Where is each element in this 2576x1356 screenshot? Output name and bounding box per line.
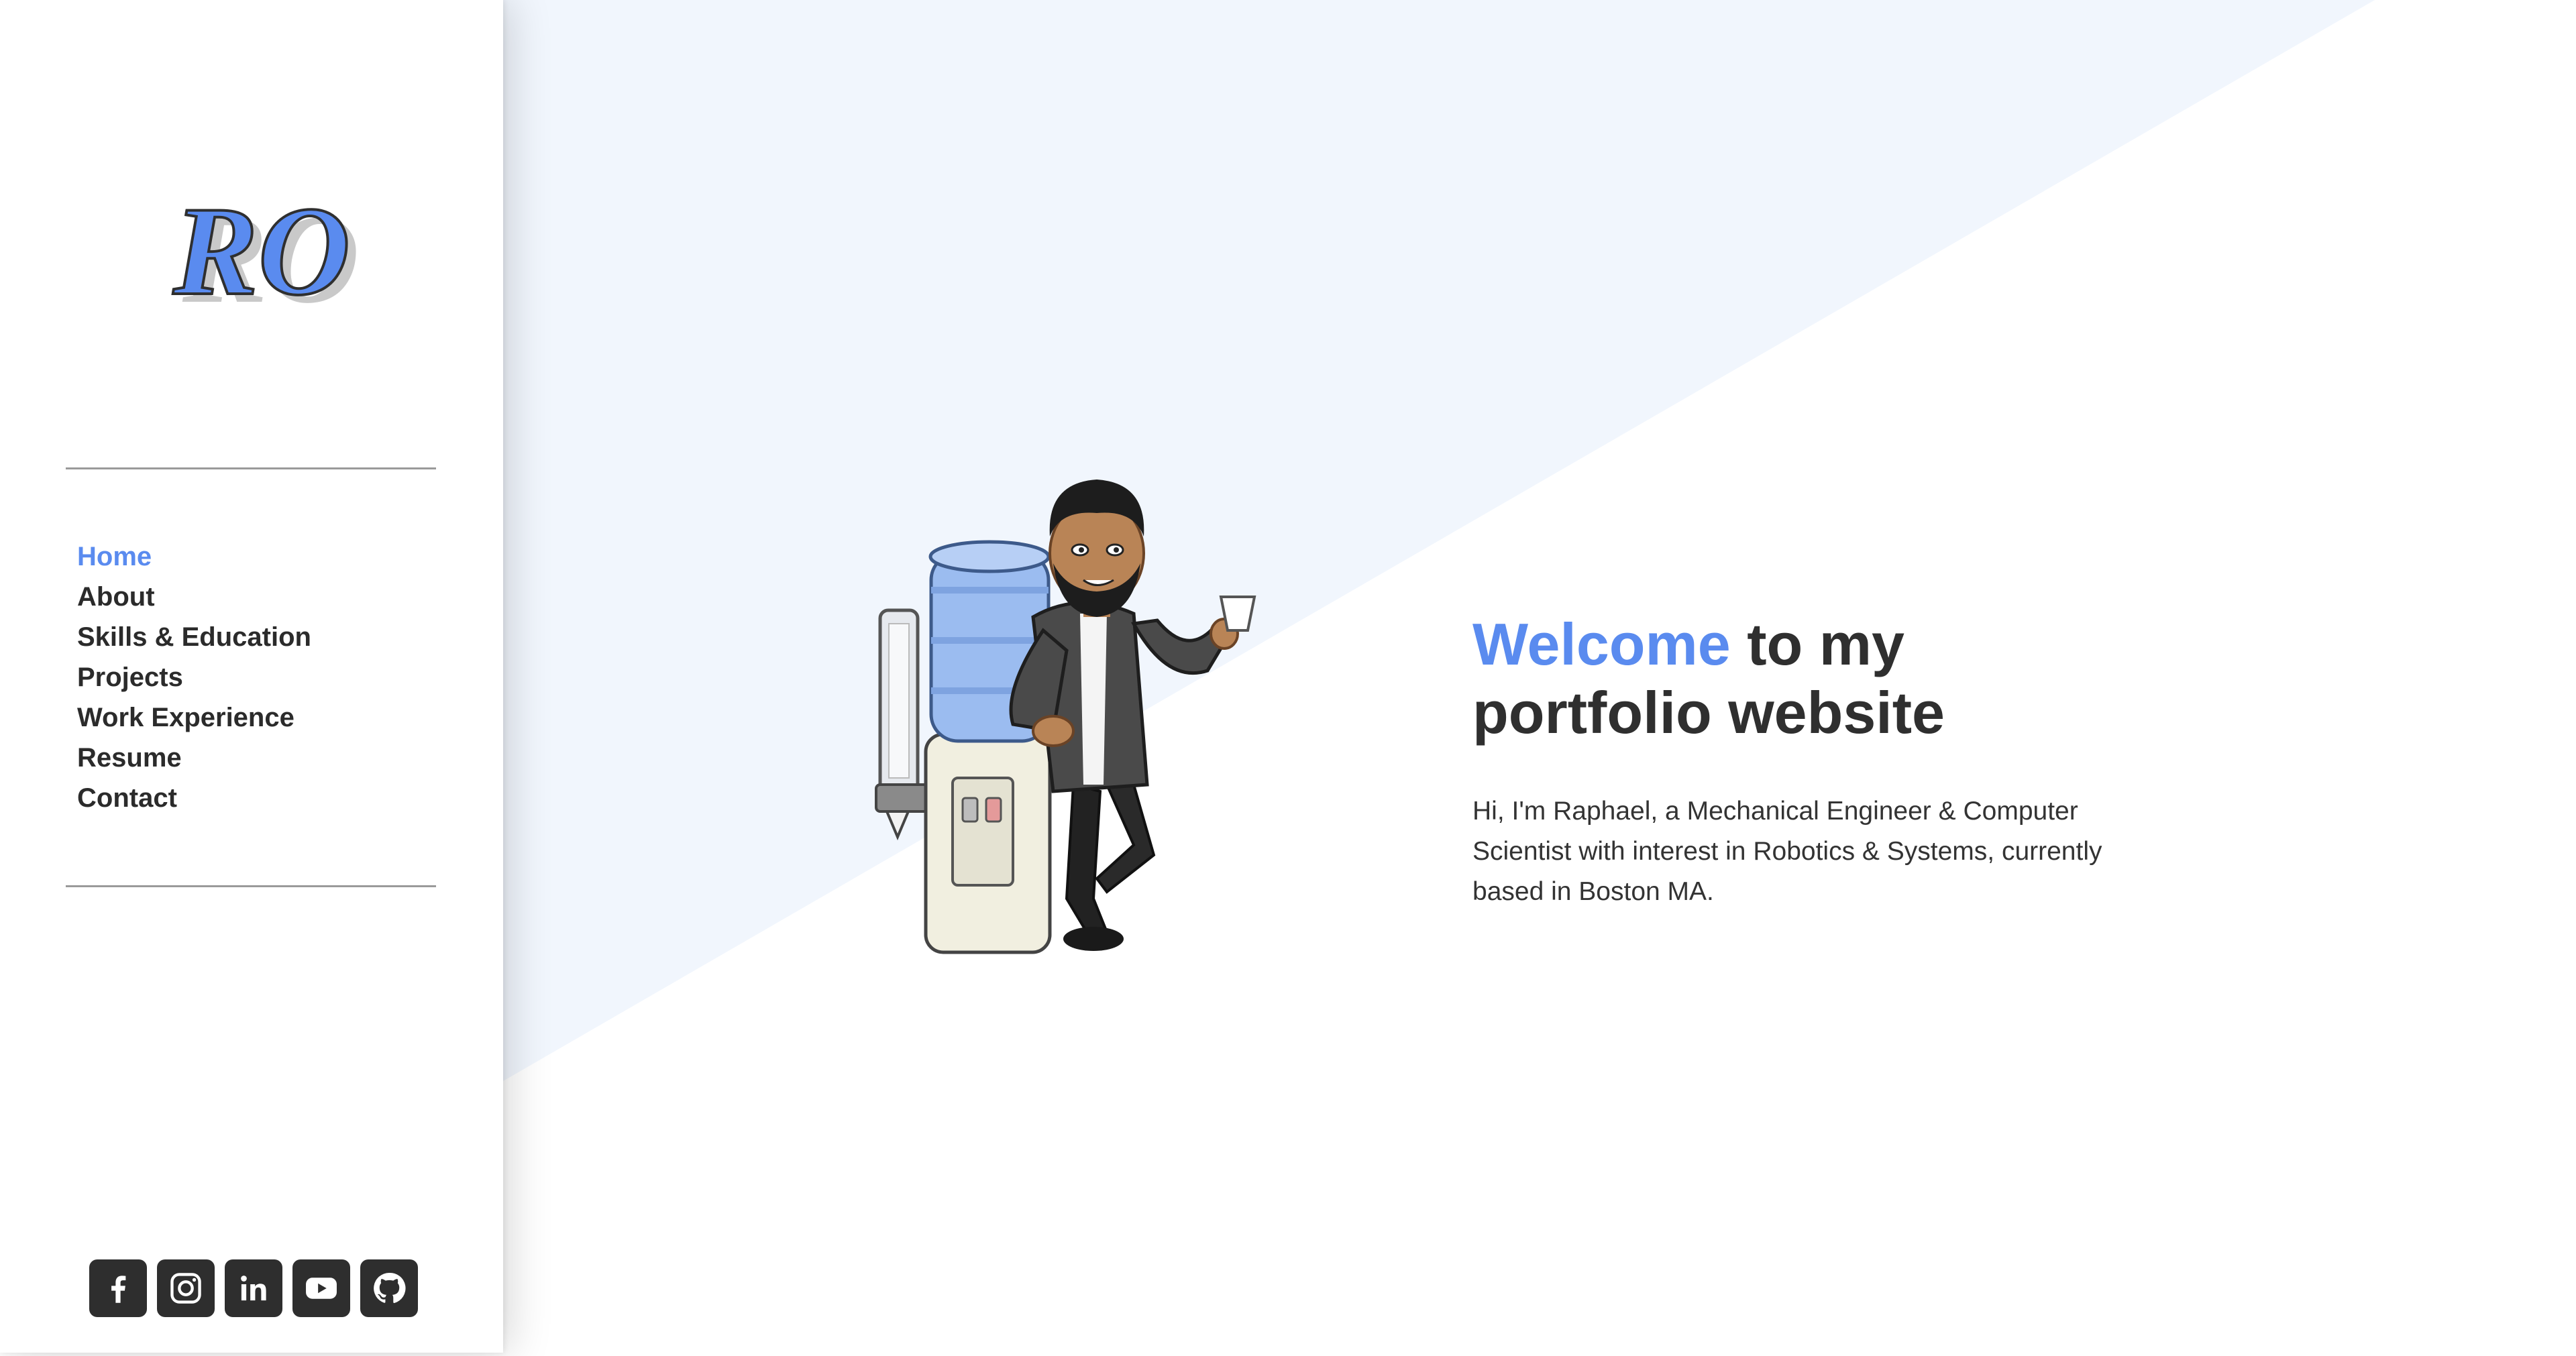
logo[interactable]: RO RO — [168, 180, 369, 335]
nav-item-resume[interactable]: Resume — [77, 738, 311, 778]
sidebar-divider-bottom — [66, 885, 436, 887]
linkedin-link[interactable] — [225, 1259, 282, 1317]
hero-intro: Hi, I'm Raphael, a Mechanical Engineer &… — [1472, 797, 2102, 906]
sidebar: RO RO Home About Skills & Education Proj… — [0, 0, 503, 1353]
facebook-link[interactable] — [89, 1259, 147, 1317]
hero-title: Welcome to my portfolio website — [1472, 610, 2143, 747]
instagram-link[interactable] — [157, 1259, 215, 1317]
github-link[interactable] — [360, 1259, 418, 1317]
youtube-icon — [306, 1278, 337, 1299]
hero-title-accent: Welcome — [1472, 611, 1731, 677]
hero-section: Welcome to my portfolio website Hi, I'm … — [1472, 610, 2143, 912]
instagram-icon — [170, 1273, 201, 1304]
main-nav: Home About Skills & Education Projects W… — [77, 536, 311, 818]
bitmoji-avatar — [852, 469, 1335, 959]
logo-text: RO — [172, 181, 350, 322]
nav-item-work-experience[interactable]: Work Experience — [77, 697, 311, 738]
nav-item-skills-education[interactable]: Skills & Education — [77, 617, 311, 657]
facebook-icon — [111, 1276, 126, 1303]
youtube-link[interactable] — [292, 1259, 350, 1317]
sidebar-divider-top — [66, 467, 436, 469]
github-icon — [374, 1272, 406, 1304]
nav-item-projects[interactable]: Projects — [77, 657, 311, 697]
social-links — [89, 1259, 418, 1317]
nav-item-home[interactable]: Home — [77, 536, 311, 577]
nav-item-about[interactable]: About — [77, 577, 311, 617]
nav-item-contact[interactable]: Contact — [77, 778, 311, 818]
linkedin-icon — [241, 1276, 266, 1301]
